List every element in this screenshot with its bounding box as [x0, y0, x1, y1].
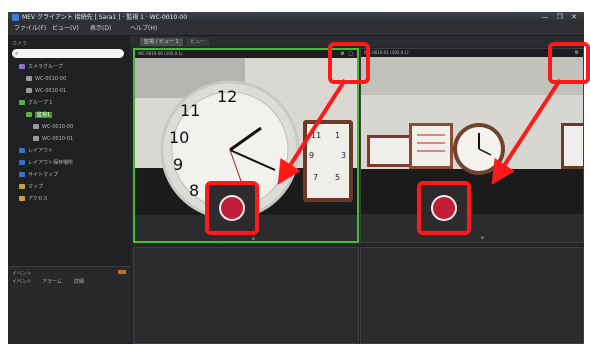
tree-node-label: マップ — [28, 184, 44, 190]
tree-node[interactable]: サイトマップ — [19, 172, 58, 179]
camera-1-status-icon: ▪ — [251, 236, 256, 242]
highlight-box-right-toolbar — [548, 42, 590, 84]
svg-text:12: 12 — [217, 87, 237, 106]
title-bar: MEV クライアント 接続先 [ Sara1 ] · 監視 1 · WC-001… — [8, 12, 584, 23]
event-tab-events[interactable]: イベント — [12, 279, 32, 286]
tree-node[interactable]: 監視1 — [26, 112, 53, 119]
tree-node-label: WC-0010-00 — [42, 124, 74, 130]
tree-node[interactable]: カメラグループ — [19, 64, 63, 71]
tree-node-icon — [26, 76, 32, 81]
svg-text:10: 10 — [169, 128, 189, 147]
tree-node-icon — [19, 148, 25, 153]
tree-node-icon — [33, 136, 39, 141]
svg-text:9: 9 — [173, 155, 183, 174]
tree-node-icon — [26, 88, 32, 93]
screenshot-root: MEV クライアント 接続先 [ Sara1 ] · 監視 1 · WC-001… — [0, 0, 590, 344]
menu-view[interactable]: ビュー(V) — [52, 25, 79, 33]
menu-file[interactable]: ファイル(F) — [14, 25, 46, 33]
window-controls[interactable]: — ❐ ✕ — [541, 13, 580, 22]
tree-node[interactable]: レイアウト保存場所 — [19, 160, 73, 167]
camera-1-title: WC-0010-00 (192.0.1) — [138, 51, 183, 56]
tree-node-label: WC-0010-01 — [35, 88, 67, 94]
record-icon — [431, 195, 457, 221]
tree-node[interactable]: グループ 1 — [19, 100, 52, 107]
record-button-camera-1[interactable] — [205, 181, 259, 235]
event-tab-alarms[interactable]: アラーム — [42, 279, 62, 286]
event-panel-tabs: イベント アラーム 詳細 — [12, 279, 126, 286]
tree-node-label: レイアウト — [28, 148, 54, 154]
panel-collapse-icon[interactable] — [118, 270, 126, 274]
highlight-box-left-toolbar — [328, 42, 370, 84]
svg-text:5: 5 — [335, 173, 340, 182]
tree-node-label: グループ 1 — [28, 100, 53, 106]
camera-grid: WC-0010-00 (192.0.1) ⚙ ▢ 11 12 10 9 8 11… — [130, 47, 584, 344]
camera-2-status-icon: ▪ — [480, 235, 485, 241]
tree-node-label: WC-0010-01 — [42, 136, 74, 142]
menu-display[interactable]: 表示(D) — [90, 25, 111, 33]
svg-text:8: 8 — [189, 181, 199, 200]
tree-node-icon — [19, 196, 25, 201]
camera-cell-1-header: WC-0010-00 (192.0.1) ⚙ ▢ — [135, 50, 357, 58]
event-panel: イベント イベント アラーム 詳細 — [8, 266, 130, 344]
camera-cell-4[interactable] — [360, 247, 584, 344]
svg-text:7: 7 — [313, 173, 318, 182]
tree-node[interactable]: レイアウト — [19, 148, 53, 155]
search-icon: ⌕ — [15, 50, 19, 57]
tree-node[interactable]: アクセス — [19, 196, 48, 203]
svg-text:3: 3 — [341, 151, 346, 160]
tree-node-label: アクセス — [28, 196, 48, 202]
tree-node-label: 監視1 — [35, 112, 53, 118]
record-button-camera-2[interactable] — [417, 181, 471, 235]
tree-node-icon — [19, 100, 25, 105]
event-tab-details[interactable]: 詳細 — [74, 279, 84, 286]
tree-node[interactable]: WC-0010-00 — [26, 76, 66, 83]
tab-view-1[interactable]: 監視 / ビュー 1 — [140, 38, 183, 46]
app-window: MEV クライアント 接続先 [ Sara1 ] · 監視 1 · WC-001… — [8, 12, 584, 344]
window-title: MEV クライアント 接続先 [ Sara1 ] · 監視 1 · WC-001… — [22, 14, 188, 21]
tree-node-icon — [19, 64, 25, 69]
svg-text:1: 1 — [335, 131, 340, 140]
menu-help[interactable]: ヘルプ(H) — [130, 25, 157, 33]
camera-tree-panel: カメラ ⌕ カメラグループ WC-0010-00 WC-0010-01 グループ 1 監… — [8, 36, 130, 344]
tree-node[interactable]: WC-0010-01 — [33, 136, 73, 143]
svg-text:11: 11 — [311, 131, 321, 140]
tree-node-icon — [19, 172, 25, 177]
tree-node-icon — [26, 112, 32, 117]
search-input[interactable]: ⌕ — [12, 49, 124, 58]
tree-node-icon — [19, 184, 25, 189]
tab-view-2[interactable]: ビュー — [186, 38, 210, 46]
camera-cell-3[interactable] — [133, 247, 359, 344]
tree-node-label: WC-0010-00 — [35, 76, 67, 82]
tree-node-icon — [19, 160, 25, 165]
tree-node[interactable]: WC-0010-01 — [26, 88, 66, 95]
tree-node-label: レイアウト保存場所 — [28, 160, 74, 166]
menu-bar: ファイル(F) ビュー(V) 表示(D) ヘルプ(H) — [8, 23, 584, 36]
record-icon — [219, 195, 245, 221]
event-panel-title: イベント — [12, 271, 33, 277]
svg-text:9: 9 — [309, 151, 314, 160]
tree-node[interactable]: WC-0010-00 — [33, 124, 73, 131]
tree-node[interactable]: マップ — [19, 184, 43, 191]
tree-node-label: サイトマップ — [28, 172, 59, 178]
tree-node-label: カメラグループ — [28, 64, 63, 70]
panel-label: カメラ — [12, 41, 28, 47]
tree-node-icon — [33, 124, 39, 129]
camera-2-title: WC-0010-01 (192.0.1) — [364, 50, 409, 55]
app-logo-icon — [12, 14, 19, 21]
svg-text:11: 11 — [180, 101, 200, 120]
